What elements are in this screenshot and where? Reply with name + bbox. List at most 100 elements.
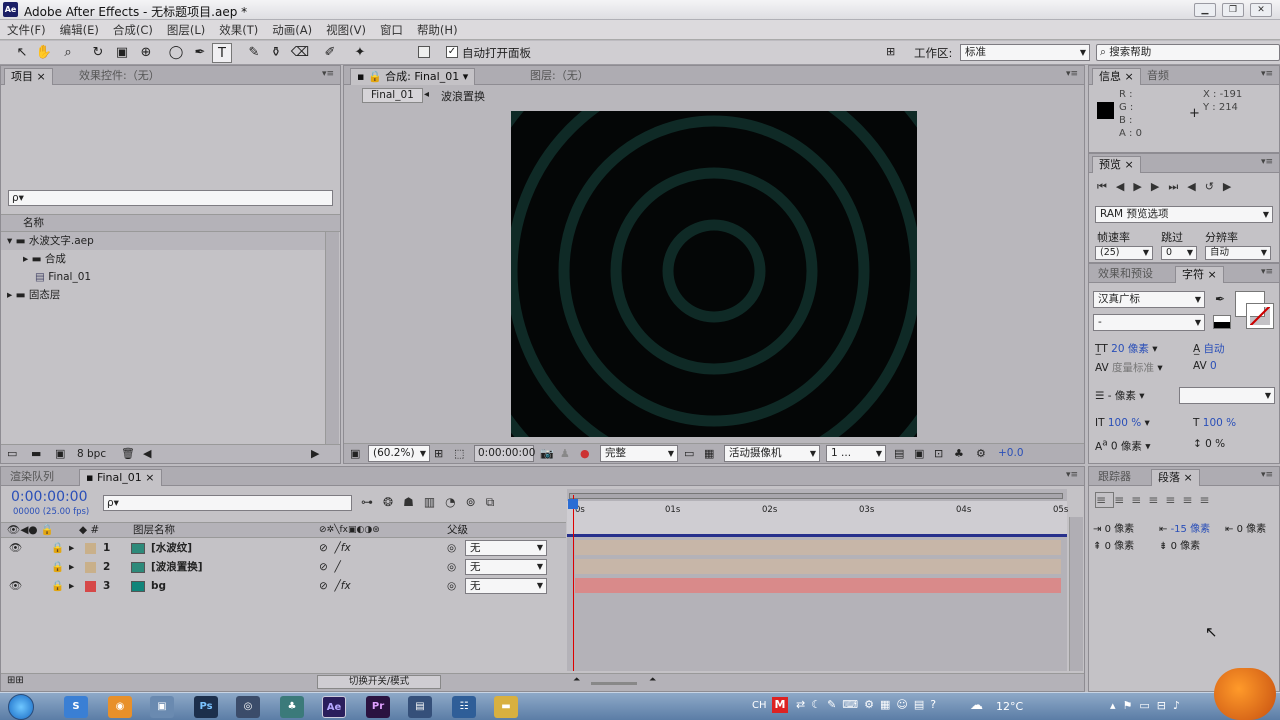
- tab-effects-presets[interactable]: 效果和预设: [1092, 266, 1159, 283]
- justify-center-icon[interactable]: ≡: [1165, 493, 1182, 507]
- exposure-value[interactable]: +0.0: [998, 447, 1024, 459]
- layer-switches[interactable]: ⊘ ╱fx: [319, 577, 351, 595]
- font-size-row[interactable]: T̲T 20 像素 ▾: [1095, 341, 1157, 356]
- roto-brush-tool-icon[interactable]: ✐: [320, 43, 340, 63]
- parent-header[interactable]: 父级: [447, 523, 468, 537]
- lock-icon[interactable]: 🔒: [51, 577, 64, 595]
- baseline-shift-row[interactable]: Aa 0 像素 ▾: [1095, 438, 1151, 454]
- leading-row[interactable]: A̲ 自动: [1193, 341, 1225, 356]
- work-area-bar[interactable]: [569, 493, 1063, 499]
- list-item[interactable]: ▾ ▬ 水波文字.aep: [1, 232, 325, 250]
- indent-right-row[interactable]: ⇤ 0 像素: [1225, 520, 1266, 535]
- frame-rate-dropdown[interactable]: (25): [1095, 246, 1153, 260]
- app3-icon[interactable]: ☷: [452, 696, 476, 718]
- next-frame-icon[interactable]: ▶: [1151, 180, 1168, 193]
- menu-layer[interactable]: 图层(L): [160, 20, 212, 38]
- layer-duration-bar[interactable]: [575, 578, 1061, 593]
- panel-menu-icon[interactable]: ▾≡: [322, 69, 334, 79]
- layer-name-header[interactable]: 图层名称: [133, 523, 175, 537]
- eyedropper-icon[interactable]: ✒: [1215, 292, 1225, 306]
- interpret-footage-icon[interactable]: ▭: [7, 447, 17, 460]
- menu-view[interactable]: 视图(V): [319, 20, 373, 38]
- explorer-app-icon[interactable]: ▣: [150, 696, 174, 718]
- always-preview-icon[interactable]: ▣: [350, 447, 360, 460]
- space-after-row[interactable]: ⇟ 0 像素: [1159, 537, 1200, 552]
- comp-viewer[interactable]: [511, 111, 917, 437]
- layer-switches[interactable]: ⊘ ╱: [319, 558, 341, 576]
- playhead-handle[interactable]: [568, 499, 578, 509]
- menu-window[interactable]: 窗口: [373, 20, 410, 38]
- snapshot-icon[interactable]: 📷: [540, 447, 554, 460]
- label-color[interactable]: [85, 543, 96, 554]
- firefox-icon[interactable]: ◉: [108, 696, 132, 718]
- frame-blending-icon[interactable]: ▥: [424, 495, 445, 509]
- channel-icon[interactable]: ●: [580, 447, 590, 460]
- time-ruler[interactable]: 0s 01s 02s 03s 04s 05s: [567, 501, 1068, 537]
- table-row[interactable]: 👁 🔒 ▸ 1 [水波纹] ⊘ ╱fx ◎ 无: [1, 539, 566, 557]
- parent-dropdown[interactable]: 无: [465, 540, 547, 556]
- photoshop-icon[interactable]: Ps: [194, 696, 218, 718]
- expand-icon[interactable]: ▸: [69, 558, 74, 576]
- text-tool-icon[interactable]: T: [212, 43, 232, 63]
- stroke-width-row[interactable]: ☰ - 像素 ▾: [1095, 388, 1145, 403]
- project-search-input[interactable]: ρ▾: [8, 190, 333, 206]
- menu-file[interactable]: 文件(F): [0, 20, 53, 38]
- play-icon[interactable]: ▶: [1133, 180, 1150, 193]
- delete-icon[interactable]: 🗑: [121, 447, 135, 460]
- label-color[interactable]: [85, 581, 96, 592]
- clone-stamp-tool-icon[interactable]: ⚱: [266, 43, 286, 63]
- panel-menu-icon[interactable]: ▾≡: [1066, 69, 1078, 79]
- skype-icon[interactable]: S: [64, 696, 88, 718]
- visibility-icon[interactable]: 👁: [9, 539, 22, 557]
- tab-render-queue[interactable]: 渲染队列: [4, 469, 60, 486]
- views-dropdown[interactable]: 1 ...: [826, 445, 886, 462]
- workspace-dropdown[interactable]: 标准: [960, 44, 1090, 61]
- resolution-preview-dropdown[interactable]: 自动: [1205, 246, 1271, 260]
- project-scrollbar[interactable]: [325, 232, 339, 444]
- indent-left-row[interactable]: ⇥ 0 像素: [1093, 520, 1134, 535]
- list-item[interactable]: ▸ ▬ 合成: [1, 250, 66, 268]
- help-search-input[interactable]: ⌕ 搜索帮助: [1096, 44, 1280, 61]
- panel-menu-icon[interactable]: ▾≡: [1261, 470, 1273, 480]
- ram-preview-dropdown[interactable]: RAM 预览选项: [1095, 206, 1273, 223]
- grid-icon[interactable]: ⊞: [434, 447, 443, 460]
- font-style-dropdown[interactable]: -: [1093, 314, 1205, 331]
- app2-icon[interactable]: ▤: [408, 696, 432, 718]
- selection-tool-icon[interactable]: ↖: [12, 43, 32, 63]
- horizontal-scale-row[interactable]: T 100 %: [1193, 417, 1236, 429]
- app-icon[interactable]: ♣: [280, 696, 304, 718]
- first-frame-icon[interactable]: ⏮: [1097, 180, 1116, 193]
- premiere-icon[interactable]: Pr: [366, 696, 390, 718]
- label-color[interactable]: [85, 562, 96, 573]
- bpc-label[interactable]: 8 bpc: [77, 448, 106, 460]
- language-indicator[interactable]: CH: [752, 700, 767, 711]
- table-row[interactable]: 👁 🔒 ▸ 3 bg ⊘ ╱fx ◎ 无: [1, 577, 566, 595]
- layer-name[interactable]: [波浪置换]: [151, 558, 203, 576]
- layer-name[interactable]: [水波纹]: [151, 539, 192, 557]
- folder-app-icon[interactable]: ▬: [494, 696, 518, 718]
- menu-edit[interactable]: 编辑(E): [53, 20, 106, 38]
- breadcrumb-final01[interactable]: Final_01: [362, 88, 423, 103]
- vertical-scale-row[interactable]: IT 100 % ▾: [1095, 417, 1150, 429]
- timeline-scrollbar[interactable]: [1069, 517, 1083, 671]
- scroll-left-icon[interactable]: ◀: [143, 447, 151, 460]
- menu-animation[interactable]: 动画(A): [265, 20, 319, 38]
- pickwhip-icon[interactable]: ◎: [447, 577, 456, 595]
- tab-audio[interactable]: 音频: [1141, 68, 1175, 85]
- indent-first-row[interactable]: ⇤ -15 像素: [1159, 520, 1210, 535]
- roi-icon[interactable]: ▭: [684, 447, 694, 460]
- align-right-icon[interactable]: ≡: [1131, 493, 1148, 507]
- tsume-row[interactable]: ↕ 0 %: [1193, 438, 1225, 450]
- zoom-out-icon[interactable]: ⏶: [573, 675, 580, 685]
- camera-dropdown[interactable]: 活动摄像机: [724, 445, 820, 462]
- tab-composition[interactable]: ▪ 🔒 合成: Final_01 ▾: [350, 68, 476, 85]
- menu-effect[interactable]: 效果(T): [212, 20, 265, 38]
- panel-toggle-icon[interactable]: [418, 46, 430, 58]
- zoom-tool-icon[interactable]: ⌕: [58, 43, 78, 63]
- ime-icon[interactable]: M: [772, 697, 788, 713]
- tab-info[interactable]: 信息 ×: [1092, 68, 1141, 85]
- expand-icon[interactable]: ▸: [69, 539, 74, 557]
- shape-tool-icon[interactable]: ◯: [166, 43, 186, 63]
- system-tray-icons[interactable]: ▴⚑▭⊟♪: [1110, 699, 1187, 712]
- hand-tool-icon[interactable]: ✋: [34, 43, 54, 63]
